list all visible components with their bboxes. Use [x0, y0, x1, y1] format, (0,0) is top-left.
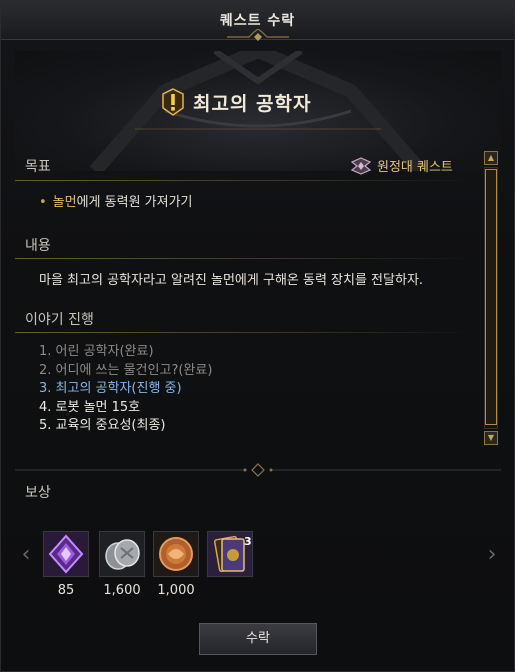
content-description: 마을 최고의 공학자라고 알려진 놀먼에게 구해온 동력 장치를 전달하자. [39, 273, 424, 288]
purple-crystal-icon [44, 532, 88, 576]
quest-accept-window: 퀘스트 수락 최고의 공학자 목표 원정대 퀘스트 • 놀먼에게 동력원 가져가… [0, 0, 515, 672]
content-divider [15, 258, 477, 259]
window-title: 퀘스트 수락 [219, 13, 296, 29]
reward-slot[interactable] [99, 531, 145, 577]
scroll-up-button[interactable]: ▲ [484, 151, 498, 165]
reward-quantity: 1,600 [103, 583, 141, 598]
story-title: 이야기 진행 [25, 312, 94, 328]
silver-coins-icon [100, 532, 144, 576]
story-step-list: 1. 어린 공학자(완료) 2. 어디에 쓰는 물건인고?(완료) 3. 최고의… [39, 343, 212, 436]
story-step-current: 3. 최고의 공학자(진행 중) [39, 381, 182, 396]
objective-title: 목표 [25, 159, 51, 175]
accept-button[interactable]: 수락 [199, 623, 317, 655]
rewards-divider-icon [15, 463, 501, 477]
party-quest-icon [351, 156, 371, 175]
story-step: 4. 로봇 놀먼 15호 [39, 399, 141, 415]
scrollbar[interactable]: ▲ ▼ [482, 151, 500, 447]
bronze-medal-icon [154, 532, 198, 576]
story-step: 1. 어린 공학자(완료) [39, 344, 154, 359]
quest-heading: 최고의 공학자 [161, 87, 312, 117]
quest-exclamation-icon [162, 88, 184, 116]
objective-item: • 놀먼에게 동력원 가져가기 [39, 191, 193, 210]
story-step: 5. 교육의 중요성(최종) [39, 418, 166, 433]
party-quest-label: 원정대 퀘스트 [377, 160, 453, 175]
rewards-prev-arrow-icon[interactable]: ‹ [19, 544, 33, 566]
quest-name: 최고의 공학자 [193, 92, 312, 115]
title-ornament-icon [227, 29, 289, 41]
reward-quantity: 1,000 [157, 583, 195, 598]
reward-quantity: 85 [57, 583, 75, 598]
objective-divider [15, 180, 477, 181]
objective-npc[interactable]: 놀먼 [53, 195, 77, 210]
reward-slot[interactable] [43, 531, 89, 577]
card-count-badge: 3 [244, 535, 252, 548]
bullet-icon: • [39, 195, 47, 210]
story-step: 2. 어디에 쓰는 물건인고?(완료) [39, 362, 213, 378]
objective-text: 에게 동력원 가져가기 [76, 195, 193, 210]
reward-slot[interactable] [153, 531, 199, 577]
scroll-thumb[interactable] [485, 169, 497, 425]
rewards-title: 보상 [25, 485, 51, 501]
story-divider [15, 332, 477, 333]
rewards-next-arrow-icon[interactable]: › [485, 544, 499, 566]
content-title: 내용 [25, 238, 51, 254]
party-quest-badge: 원정대 퀘스트 [351, 156, 453, 175]
scroll-down-button[interactable]: ▼ [484, 431, 498, 445]
title-bar[interactable]: 퀘스트 수락 [1, 1, 514, 41]
